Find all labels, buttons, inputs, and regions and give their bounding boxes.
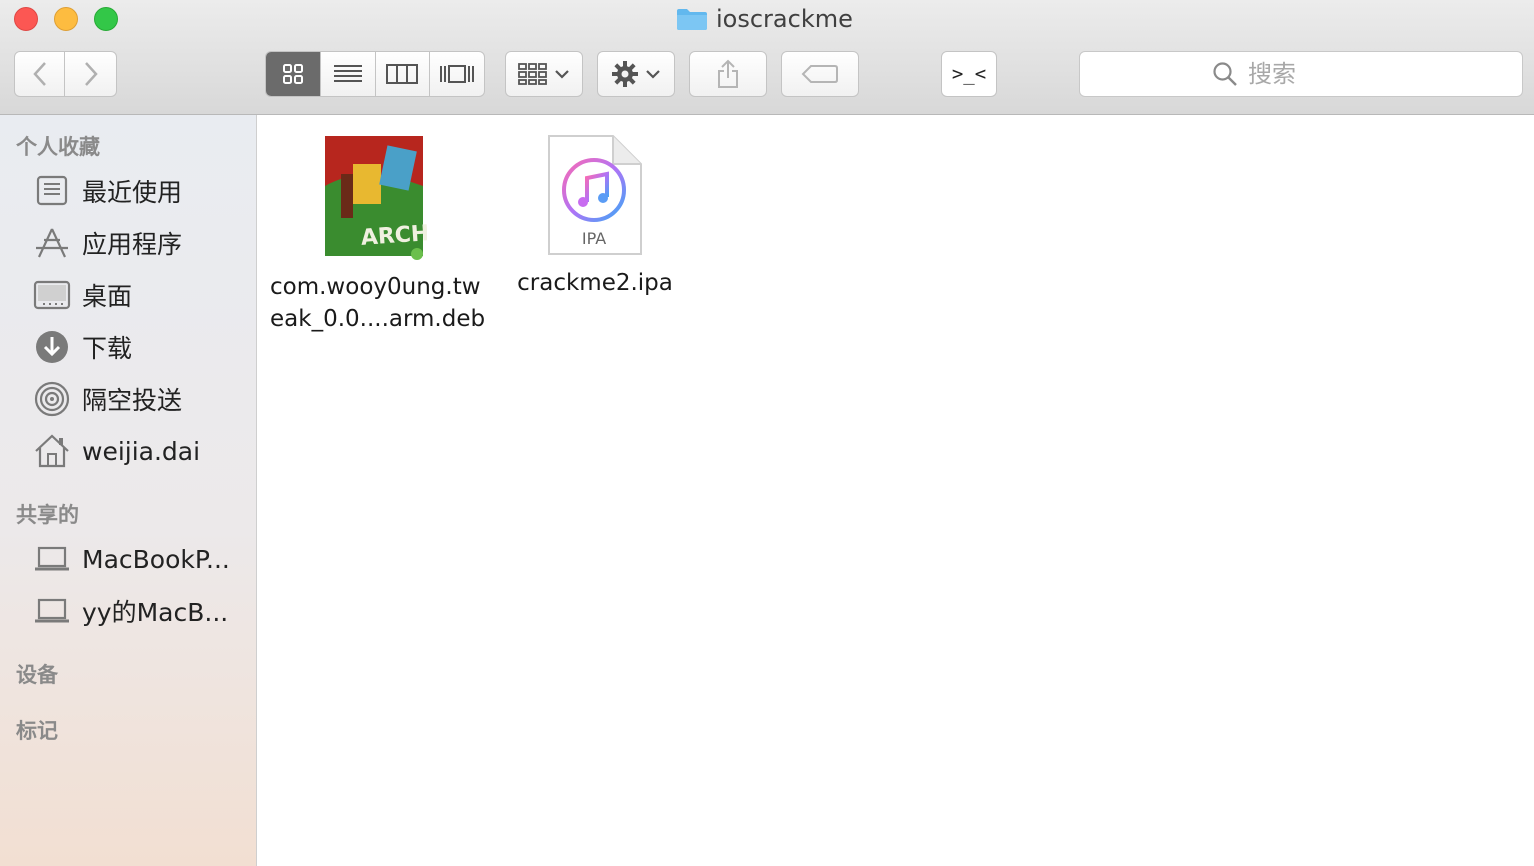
file-name: com.wooy0ung.tw eak_0.0....arm.deb	[270, 274, 486, 332]
cover-flow-view-button[interactable]	[429, 52, 484, 96]
sidebar-item-recents[interactable]: 最近使用	[30, 169, 252, 213]
sidebar-item-label: 桌面	[82, 282, 133, 311]
chevron-left-icon	[32, 62, 46, 86]
icon-view-button[interactable]	[266, 52, 320, 96]
list-icon	[333, 65, 362, 82]
sidebar-item-label: 下载	[82, 334, 133, 363]
file-item-ipa[interactable]: IPA crackme2.ipa	[510, 134, 680, 299]
sidebar: 个人收藏 最近使用 应用程序 桌面 下载 隔空投送 weijia.dai 共享的…	[0, 115, 257, 866]
arrange-grid-icon	[518, 63, 547, 85]
window-toolbar: ioscrackme >_< 搜索	[0, 0, 1534, 115]
ipa-file-icon: IPA	[548, 135, 642, 255]
sidebar-item-shared-macbook-2[interactable]: yy的MacB...	[30, 589, 252, 633]
file-item-deb[interactable]: ARCHIVE com.wooy0ung.tw eak_0.0....arm.d…	[270, 134, 486, 335]
arrange-button[interactable]	[505, 51, 583, 97]
sidebar-item-label: MacBookP...	[82, 544, 230, 574]
downloads-icon	[30, 327, 74, 367]
laptop-icon	[30, 591, 74, 631]
sidebar-item-downloads[interactable]: 下载	[30, 325, 252, 369]
column-view-button[interactable]	[374, 52, 430, 96]
search-input[interactable]	[1246, 59, 1390, 89]
ipa-badge-text: IPA	[582, 229, 606, 248]
sidebar-item-label: 最近使用	[82, 178, 183, 207]
window-title: ioscrackme	[676, 0, 853, 38]
sidebar-item-applications[interactable]: 应用程序	[30, 221, 252, 265]
close-window-button[interactable]	[14, 7, 38, 31]
applications-icon	[30, 223, 74, 263]
sidebar-item-label: 应用程序	[82, 230, 183, 259]
desktop-icon	[30, 275, 74, 315]
sidebar-item-desktop[interactable]: 桌面	[30, 273, 252, 317]
search-icon	[1213, 62, 1237, 86]
view-mode-control	[265, 51, 485, 97]
file-browser-area: ARCHIVE com.wooy0ung.tw eak_0.0....arm.d…	[258, 116, 1534, 866]
window-title-text: ioscrackme	[716, 5, 853, 33]
terminal-icon: >_<	[951, 63, 987, 85]
grid-icon	[282, 64, 303, 84]
cover-flow-icon	[440, 65, 475, 83]
zoom-window-button[interactable]	[94, 7, 118, 31]
search-field[interactable]	[1079, 51, 1523, 97]
tags-section-title: 标记	[16, 719, 58, 743]
sidebar-item-shared-macbook-1[interactable]: MacBookP...	[30, 537, 252, 581]
chevron-down-icon	[555, 70, 569, 79]
minimize-window-button[interactable]	[54, 7, 78, 31]
favorites-section-title: 个人收藏	[16, 135, 100, 159]
tag-button[interactable]	[781, 51, 859, 97]
airdrop-icon	[30, 379, 74, 419]
tag-icon	[801, 65, 838, 83]
gear-icon	[612, 61, 638, 87]
laptop-icon	[30, 539, 74, 579]
file-name: crackme2.ipa	[517, 270, 673, 296]
share-icon	[718, 59, 738, 88]
shared-section-title: 共享的	[16, 503, 79, 527]
chevron-down-icon	[646, 70, 660, 79]
forward-button[interactable]	[65, 51, 117, 97]
sidebar-item-label: 隔空投送	[82, 386, 183, 415]
recents-icon	[30, 171, 74, 211]
terminal-button[interactable]: >_<	[941, 51, 997, 97]
sidebar-item-label: yy的MacB...	[82, 598, 229, 627]
chevron-right-icon	[84, 62, 98, 86]
sidebar-item-label: weijia.dai	[82, 436, 201, 466]
devices-section-title: 设备	[16, 663, 58, 687]
sidebar-item-airdrop[interactable]: 隔空投送	[30, 377, 252, 421]
list-view-button[interactable]	[319, 52, 375, 96]
columns-icon	[386, 64, 419, 84]
folder-icon	[677, 9, 707, 30]
archive-icon: ARCHIVE	[325, 136, 470, 260]
back-button[interactable]	[14, 51, 65, 97]
action-button[interactable]	[597, 51, 675, 97]
share-button[interactable]	[689, 51, 767, 97]
sidebar-item-home[interactable]: weijia.dai	[30, 429, 252, 473]
home-icon	[30, 431, 74, 471]
